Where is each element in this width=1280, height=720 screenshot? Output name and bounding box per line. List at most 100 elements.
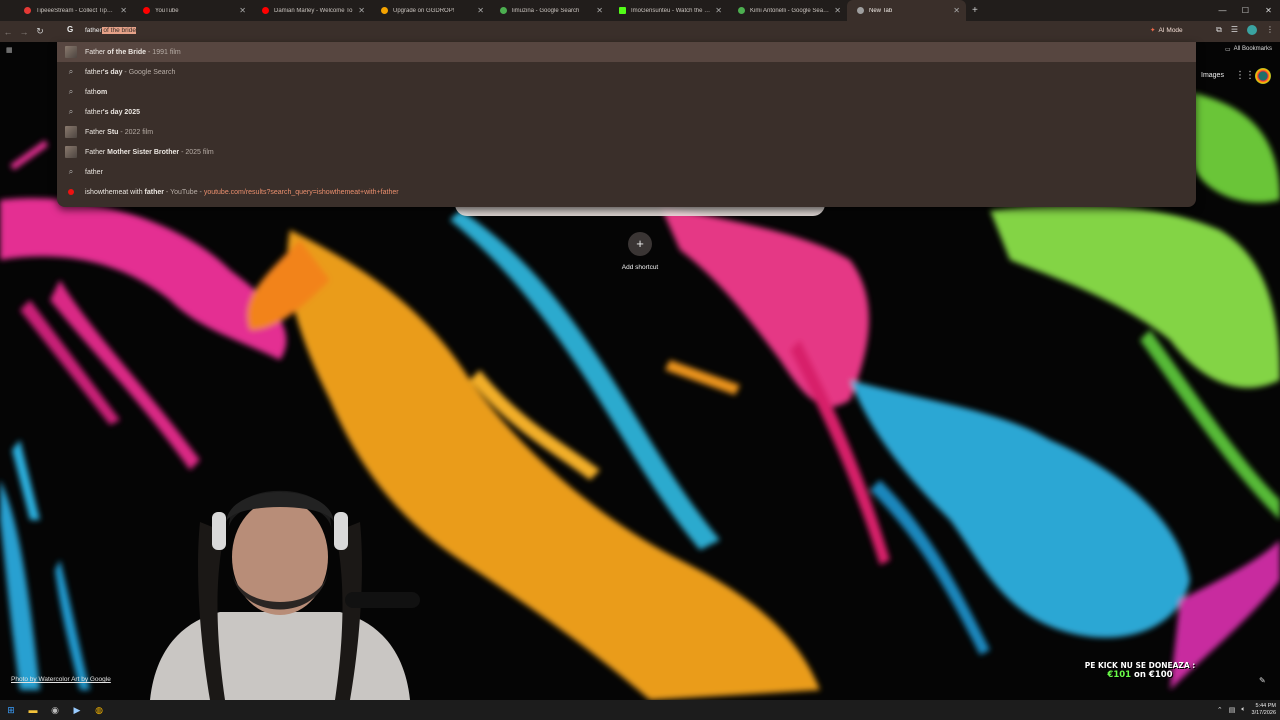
tab-kick-vod[interactable]: ImoGensunteu - Watch the VOD ✕: [609, 0, 728, 21]
tab-title: Kimi Antonelli - Google Search: [750, 7, 830, 14]
donation-line: PE KICK NU SE DONEAZA :: [1084, 661, 1196, 670]
youtube-icon: [65, 186, 77, 198]
photo-credit-link[interactable]: Photo by Watercolor Art by Google: [11, 676, 111, 683]
youtube-icon: [262, 7, 269, 14]
tab-kimi-antonelli[interactable]: Kimi Antonelli - Google Search ✕: [728, 0, 847, 21]
tab-damian-marley[interactable]: Damian Marley - Welcome To ✕: [252, 0, 371, 21]
close-icon[interactable]: ✕: [953, 6, 960, 15]
apps-icon[interactable]: ▦: [6, 46, 13, 54]
suggestion-item[interactable]: ishowthemeat with father - YouTube - you…: [57, 182, 1196, 202]
movie-thumbnail-icon: [65, 146, 77, 158]
suggestion-item[interactable]: Father of the Bride - 1991 film: [57, 42, 1196, 62]
date: 3/17/2026: [1251, 710, 1276, 716]
webcam-overlay: [150, 490, 420, 700]
donation-overlay: PE KICK NU SE DONEAZA : €101 on €100: [1080, 661, 1200, 680]
donation-progress: €101 on €100: [1107, 670, 1173, 680]
volume-icon[interactable]: 🔈︎: [1241, 706, 1245, 714]
suggestion-text: father: [85, 168, 103, 176]
suggestion-item[interactable]: ⌕ father's day - Google Search: [57, 62, 1196, 82]
images-link[interactable]: Images: [1201, 72, 1224, 79]
ai-mode-label: AI Mode: [1158, 26, 1183, 34]
reload-icon[interactable]: ↻: [32, 26, 48, 37]
all-bookmarks-button[interactable]: ▭ All Bookmarks: [1225, 46, 1272, 53]
extensions-icon[interactable]: ⧉: [1216, 25, 1222, 35]
forward-icon[interactable]: →: [16, 27, 32, 37]
omnibox-suggestions: Father of the Bride - 1991 film ⌕ father…: [57, 42, 1196, 207]
tab-title: Upgrade on GGDROP!: [393, 7, 455, 14]
minimize-icon[interactable]: —: [1211, 0, 1234, 21]
account-avatar[interactable]: [1255, 68, 1271, 84]
network-icon[interactable]: ▤: [1229, 706, 1236, 714]
youtube-icon: [143, 7, 150, 14]
chevron-up-icon[interactable]: ⌃: [1217, 706, 1223, 714]
search-icon: ⌕: [68, 87, 74, 96]
kick-icon: [619, 7, 626, 14]
suggestion-item[interactable]: Father Mother Sister Brother - 2025 film: [57, 142, 1196, 162]
customize-pencil-icon[interactable]: ✎: [1259, 676, 1266, 685]
tab-limuzina[interactable]: limuzina - Google Search ✕: [490, 0, 609, 21]
time: 5:44 PM: [1255, 703, 1276, 709]
ggdrop-icon: [381, 7, 388, 14]
chrome-icon[interactable]: ◍: [88, 700, 110, 720]
new-tab-button[interactable]: +: [972, 5, 978, 16]
suggestion-text: father's day - Google Search: [85, 68, 176, 76]
tab-ggdrop[interactable]: Upgrade on GGDROP! ✕: [371, 0, 490, 21]
suggestion-item[interactable]: Father Stu - 2022 film: [57, 122, 1196, 142]
menu-icon[interactable]: ⋮: [1266, 25, 1274, 35]
add-shortcut-button[interactable]: + Add shortcut: [613, 232, 667, 271]
profile-avatar[interactable]: [1247, 25, 1257, 35]
search-icon: ⌕: [68, 107, 74, 116]
close-icon[interactable]: ✕: [239, 6, 246, 15]
tab-title: TipeeeStream - Collect Tips with: [36, 7, 116, 14]
maximize-icon[interactable]: ☐: [1234, 0, 1257, 21]
folder-icon: ▭: [1224, 47, 1231, 53]
ai-mode-button[interactable]: ✦ AI Mode: [1150, 26, 1183, 35]
plus-icon: +: [628, 232, 652, 256]
close-icon[interactable]: ✕: [358, 6, 365, 15]
file-explorer-icon[interactable]: ▬: [22, 700, 44, 720]
chrome-icon: [857, 7, 864, 14]
close-icon[interactable]: ✕: [120, 6, 127, 15]
close-window-icon[interactable]: ✕: [1257, 0, 1280, 21]
search-icon: ⌕: [68, 167, 74, 176]
autocomplete-text: of the bride: [101, 27, 136, 34]
suggestion-item[interactable]: ⌕ father: [57, 162, 1196, 182]
suggestion-text: fathom: [85, 88, 108, 96]
suggestion-item[interactable]: ⌕ father's day 2025: [57, 102, 1196, 122]
toolbar: ← → ↻ G father of the bride ✦ AI Mode ⧉ ☰…: [0, 21, 1280, 42]
window-controls: — ☐ ✕: [1211, 0, 1280, 21]
suggestion-item[interactable]: ⌕ fathom: [57, 82, 1196, 102]
media-icon[interactable]: ☰: [1231, 25, 1238, 35]
suggestion-text: ishowthemeat with father - YouTube - you…: [85, 188, 399, 196]
search-icon: ⌕: [68, 67, 74, 76]
suggestion-text: Father Mother Sister Brother - 2025 film: [85, 148, 214, 156]
tab-title: ImoGensunteu - Watch the VOD: [631, 7, 711, 14]
suggestion-text: Father of the Bride - 1991 film: [85, 48, 181, 56]
tab-new-tab[interactable]: New Tab ✕: [847, 0, 966, 21]
close-icon[interactable]: ✕: [834, 6, 841, 15]
tab-title: Damian Marley - Welcome To: [274, 7, 353, 14]
tab-tipeeestream[interactable]: TipeeeStream - Collect Tips with ✕: [14, 0, 133, 21]
add-shortcut-label: Add shortcut: [621, 264, 659, 271]
tab-title: New Tab: [869, 7, 893, 14]
all-bookmarks-label: All Bookmarks: [1233, 46, 1272, 52]
close-icon[interactable]: ✕: [715, 6, 722, 15]
system-tray: ⌃ ▤ 🔈︎ 5:44 PM 3/17/2026: [1217, 700, 1276, 720]
tab-youtube[interactable]: YouTube ✕: [133, 0, 252, 21]
close-icon[interactable]: ✕: [477, 6, 484, 15]
suggestion-text: father's day 2025: [85, 108, 140, 116]
back-icon[interactable]: ←: [0, 27, 16, 37]
suggestion-text: Father Stu - 2022 film: [85, 128, 154, 136]
taskbar: ⊞ ▬ ◉ ▶ ◍ ⌃ ▤ 🔈︎ 5:44 PM 3/17/2026: [0, 700, 1280, 720]
tab-title: YouTube: [155, 7, 179, 14]
tipeeestream-icon: [24, 7, 31, 14]
tab-title: limuzina - Google Search: [512, 7, 580, 14]
clock[interactable]: 5:44 PM 3/17/2026: [1252, 703, 1276, 717]
obs-icon[interactable]: ◉: [44, 700, 66, 720]
windows-start-icon[interactable]: ⊞: [0, 700, 22, 720]
address-bar-input[interactable]: father of the bride: [85, 27, 136, 34]
media-player-icon[interactable]: ▶: [66, 700, 88, 720]
toolbar-actions: ⧉ ☰ ⋮: [1216, 25, 1274, 35]
close-icon[interactable]: ✕: [596, 6, 603, 15]
google-icon: [500, 7, 507, 14]
